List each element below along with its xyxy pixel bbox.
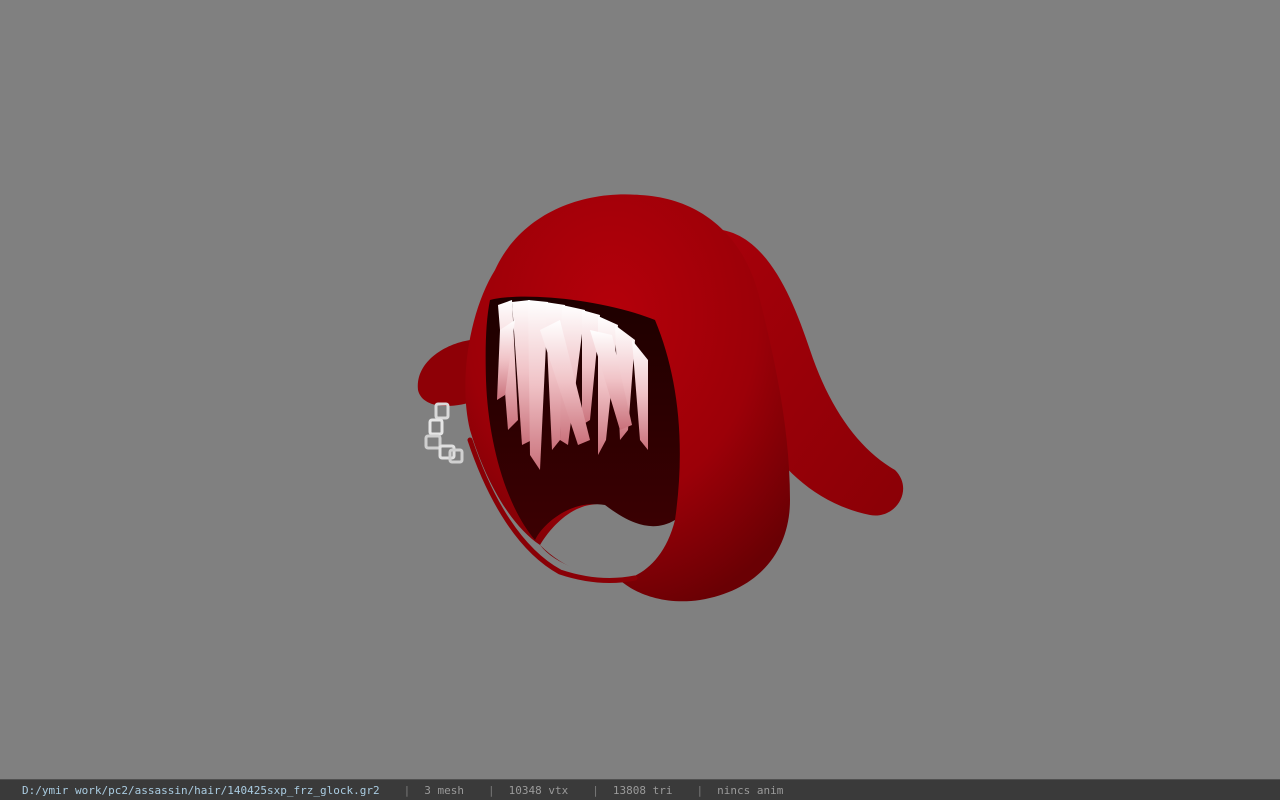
mesh-count-label: 3 mesh <box>424 783 464 797</box>
separator: | <box>403 783 411 797</box>
chain-accessory <box>424 402 464 464</box>
file-path-label: D:/ymir work/pc2/assassin/hair/140425sxp… <box>22 783 380 797</box>
separator: | <box>696 783 704 797</box>
vertex-count-label: 10348 vtx <box>508 783 569 797</box>
3d-viewport[interactable] <box>0 0 1280 779</box>
separator: | <box>592 783 599 797</box>
anim-status-label: nincs anim <box>717 783 784 797</box>
status-bar: D:/ymir work/pc2/assassin/hair/140425sxp… <box>0 779 1280 800</box>
hood-model-render <box>417 194 904 602</box>
separator: | <box>488 783 495 797</box>
triangle-count-label: 13808 tri <box>612 783 673 797</box>
